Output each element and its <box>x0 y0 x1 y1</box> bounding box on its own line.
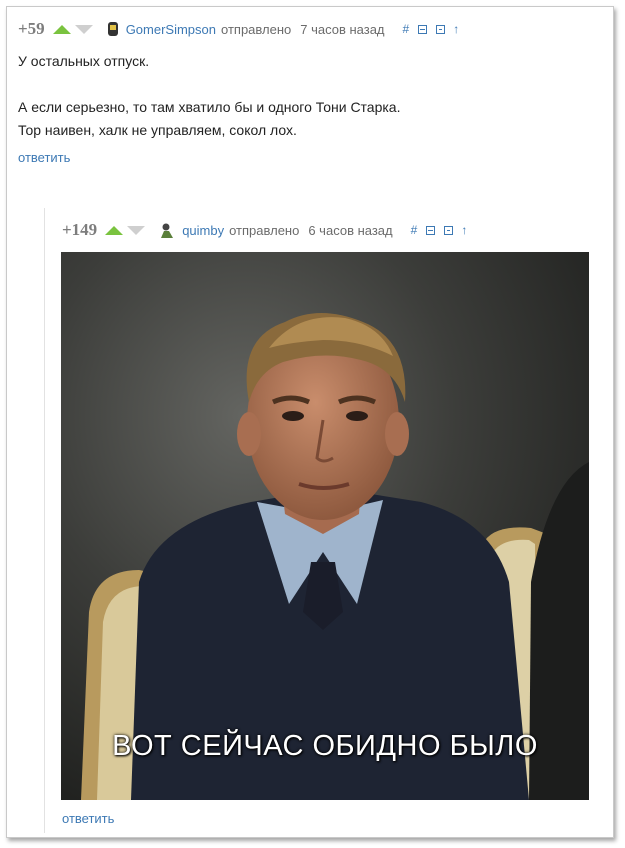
upvote-icon[interactable] <box>52 24 71 34</box>
hash-icon[interactable]: # <box>403 22 410 36</box>
parent-arrow-icon[interactable]: ↑ <box>461 223 467 237</box>
comment-time[interactable]: 7 часов назад <box>300 22 384 37</box>
author-link[interactable]: quimby <box>182 223 224 238</box>
collapse-icon[interactable] <box>418 24 428 34</box>
parent-arrow-icon[interactable]: ↑ <box>453 22 459 36</box>
thread-indent-line[interactable] <box>44 208 45 833</box>
downvote-icon[interactable] <box>127 226 146 235</box>
meme-photo[interactable]: ВОТ СЕЙЧАС ОБИДНО БЫЛО <box>61 252 589 800</box>
reply-link[interactable]: ответить <box>18 150 70 165</box>
collapse-icon[interactable] <box>426 225 436 235</box>
save-icon[interactable] <box>444 225 454 235</box>
save-icon[interactable] <box>436 24 446 34</box>
comment-actions: # ↑ <box>403 22 460 36</box>
reply-link[interactable]: ответить <box>62 811 114 826</box>
comment-text-line: Тор наивен, халк не управляем, сокол лох… <box>18 122 297 138</box>
avatar-icon[interactable] <box>159 222 175 238</box>
posted-label: отправлено <box>229 222 300 238</box>
comment-time[interactable]: 6 часов назад <box>308 223 392 238</box>
comment-actions: # ↑ <box>411 223 468 237</box>
author-link[interactable]: GomerSimpson <box>126 22 216 37</box>
posted-label: отправлено <box>221 21 292 37</box>
downvote-icon[interactable] <box>74 25 93 34</box>
comment-rating: +59 <box>18 19 45 38</box>
comment-header: +59 GomerSimpson отправлено 7 часов наза… <box>18 19 459 39</box>
comment-rating: +149 <box>62 220 98 239</box>
comment-text-line: У остальных отпуск. <box>18 53 150 69</box>
hash-icon[interactable]: # <box>411 223 418 237</box>
comment-header: +149 quimby отправлено 6 часов назад # ↑ <box>62 220 467 240</box>
person-illustration <box>61 252 589 800</box>
upvote-icon[interactable] <box>105 225 124 235</box>
meme-caption: ВОТ СЕЙЧАС ОБИДНО БЫЛО <box>112 730 538 762</box>
comment-text-line: А если серьезно, то там хватило бы и одн… <box>18 99 401 115</box>
avatar-icon[interactable] <box>106 22 120 36</box>
